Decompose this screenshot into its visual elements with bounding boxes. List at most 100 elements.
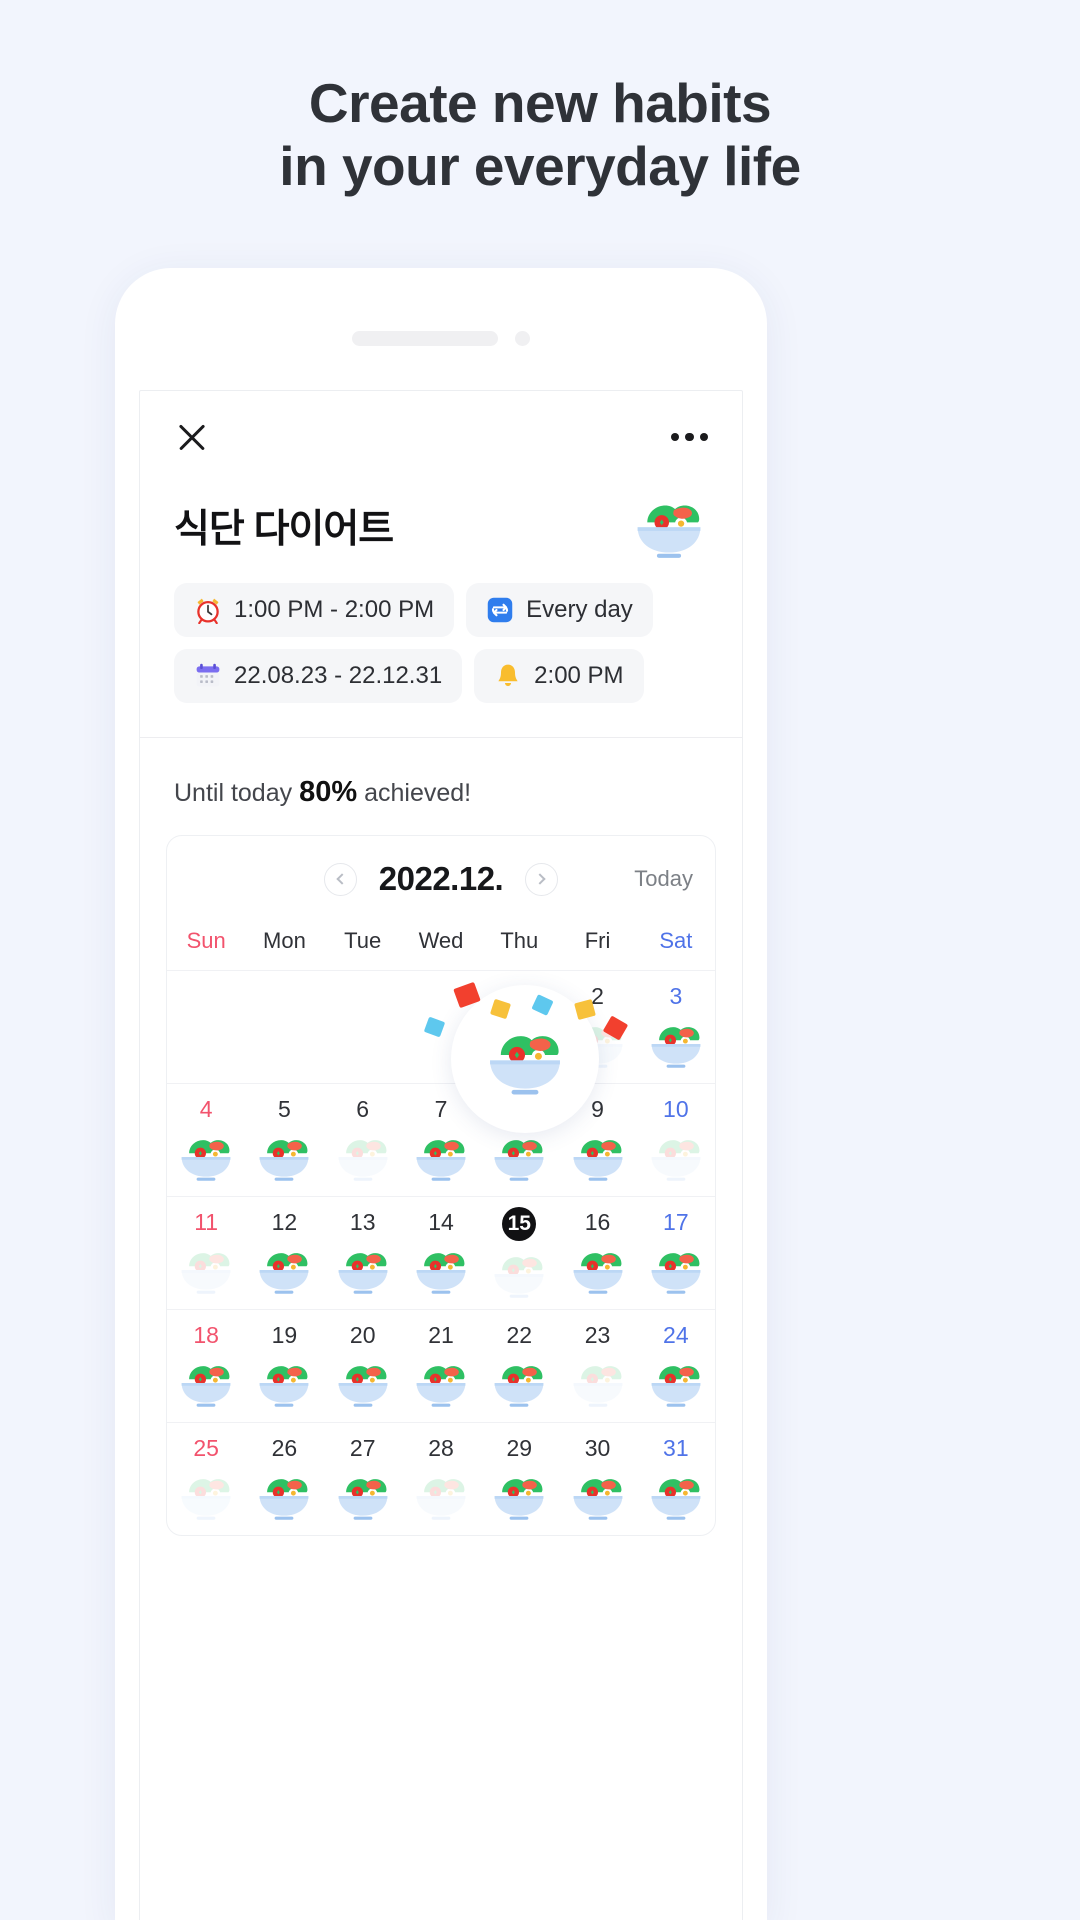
calendar-day-30[interactable]: 30 <box>558 1423 636 1535</box>
habit-done-marker <box>568 1128 628 1184</box>
day-number: 19 <box>271 1322 298 1348</box>
calendar-day-25[interactable]: 25 <box>167 1423 245 1535</box>
day-number: 13 <box>349 1209 376 1235</box>
chip-label: 1:00 PM - 2:00 PM <box>234 596 435 623</box>
calendar-day-12[interactable]: 12 <box>245 1197 323 1309</box>
calendar-card: 2022.12. Today SunMonTueWedThuFriSat 123… <box>166 835 716 1536</box>
habit-missed-marker <box>489 1245 549 1301</box>
calendar-day-29[interactable]: 29 <box>480 1423 558 1535</box>
day-number: 27 <box>349 1435 376 1461</box>
app-screen: 식단 다이어트 1:00 PM - 2:00 PM Every day 22.0… <box>139 390 743 1920</box>
chevron-right-icon[interactable] <box>525 862 559 896</box>
salad-bowl-icon <box>260 1479 309 1520</box>
salad-bowl-icon <box>260 1140 309 1181</box>
salad-bowl-icon <box>494 1140 544 1181</box>
calendar-day-empty <box>167 971 245 1083</box>
day-number: 25 <box>193 1435 219 1461</box>
habit-done-marker <box>333 1467 393 1523</box>
chip-reminder[interactable]: 2:00 PM <box>474 649 644 703</box>
salad-bowl-icon <box>573 1479 622 1520</box>
calendar-day-16[interactable]: 16 <box>558 1197 636 1309</box>
chevron-left-icon[interactable] <box>323 862 357 896</box>
habit-missed-marker <box>176 1241 236 1297</box>
day-number: 31 <box>663 1435 689 1461</box>
alarm-clock-icon <box>197 598 219 624</box>
day-number: 29 <box>506 1435 533 1461</box>
salad-bowl-icon <box>338 1253 388 1294</box>
calendar-day-18[interactable]: 18 <box>167 1310 245 1422</box>
calendar-day-31[interactable]: 31 <box>637 1423 715 1535</box>
salad-bowl-icon <box>260 1366 309 1407</box>
today-button[interactable]: Today <box>634 866 693 892</box>
confetti-piece <box>531 994 554 1016</box>
calendar-day-21[interactable]: 21 <box>402 1310 480 1422</box>
salad-bowl-icon <box>416 1253 466 1294</box>
calendar-week-row: 11 12 13 14 15 16 17 <box>167 1196 715 1309</box>
speaker-grille <box>352 330 498 346</box>
habit-done-marker <box>568 1467 628 1523</box>
habit-done-marker <box>489 1354 549 1410</box>
calendar-day-27[interactable]: 27 <box>324 1423 402 1535</box>
habit-missed-marker <box>333 1128 393 1184</box>
habit-done-marker <box>568 1241 628 1297</box>
calendar-day-23[interactable]: 23 <box>558 1310 636 1422</box>
calendar-day-10[interactable]: 10 <box>637 1084 715 1196</box>
close-icon[interactable] <box>174 419 210 455</box>
calendar-day-4[interactable]: 4 <box>167 1084 245 1196</box>
progress-suffix: achieved! <box>364 779 472 807</box>
more-options-icon[interactable] <box>670 432 708 442</box>
calendar-day-3[interactable]: 3 <box>637 971 715 1083</box>
day-number: 14 <box>428 1209 454 1235</box>
salad-bowl-icon <box>651 1027 701 1068</box>
calendar-day-11[interactable]: 11 <box>167 1197 245 1309</box>
chip-date-range[interactable]: 22.08.23 - 22.12.31 <box>174 649 463 703</box>
habit-done-marker <box>646 1354 706 1410</box>
chip-time-range[interactable]: 1:00 PM - 2:00 PM <box>174 583 455 637</box>
progress-summary: Until today 80% achieved! <box>140 738 742 809</box>
weekday-label-mon: Mon <box>263 928 306 953</box>
calendar-day-1[interactable]: 1 <box>423 971 629 1133</box>
salad-bowl-icon <box>494 1366 544 1407</box>
habit-info-chips: 1:00 PM - 2:00 PM Every day 22.08.23 - 2… <box>140 561 742 703</box>
habit-done-marker <box>489 1467 549 1523</box>
calendar-day-14[interactable]: 14 <box>402 1197 480 1309</box>
calendar-day-13[interactable]: 13 <box>324 1197 402 1309</box>
salad-bowl-icon <box>338 1479 388 1520</box>
salad-bowl-icon <box>260 1253 309 1294</box>
day-number: 6 <box>356 1096 370 1122</box>
calendar-day-6[interactable]: 6 <box>324 1084 402 1196</box>
calendar-day-24[interactable]: 24 <box>637 1310 715 1422</box>
salad-bowl-icon <box>651 1479 701 1520</box>
day-number: 20 <box>349 1322 376 1348</box>
repeat-icon <box>487 597 513 623</box>
habit-done-marker <box>333 1241 393 1297</box>
salad-bowl-icon <box>494 1257 544 1298</box>
calendar-day-5[interactable]: 5 <box>245 1084 323 1196</box>
confetti-piece <box>453 981 481 1009</box>
calendar-month-label: 2022.12. <box>378 860 504 897</box>
weekday-label-tue: Tue <box>344 928 382 953</box>
calendar-header: 2022.12. Today <box>167 836 715 922</box>
confetti-burst <box>410 949 640 1109</box>
day-number: 12 <box>271 1209 298 1235</box>
calendar-day-15[interactable]: 15 <box>480 1197 558 1309</box>
habit-missed-marker <box>176 1467 236 1523</box>
calendar-day-17[interactable]: 17 <box>637 1197 715 1309</box>
habit-done-marker <box>176 1354 236 1410</box>
chip-label: 22.08.23 - 22.12.31 <box>234 662 443 689</box>
calendar-day-28[interactable]: 28 <box>402 1423 480 1535</box>
calendar-day-19[interactable]: 19 <box>245 1310 323 1422</box>
day-number: 30 <box>584 1435 611 1461</box>
day-number: 18 <box>193 1322 219 1348</box>
headline-line-1: Create new habits <box>308 72 772 134</box>
habit-missed-marker <box>568 1354 628 1410</box>
habit-done-marker <box>254 1354 314 1410</box>
day-number: 21 <box>428 1322 454 1348</box>
habit-done-marker <box>646 1015 706 1071</box>
chip-frequency[interactable]: Every day <box>466 583 653 637</box>
calendar-day-26[interactable]: 26 <box>245 1423 323 1535</box>
calendar-day-20[interactable]: 20 <box>324 1310 402 1422</box>
day-number: 16 <box>584 1209 611 1235</box>
calendar-day-empty <box>324 971 402 1083</box>
calendar-day-22[interactable]: 22 <box>480 1310 558 1422</box>
